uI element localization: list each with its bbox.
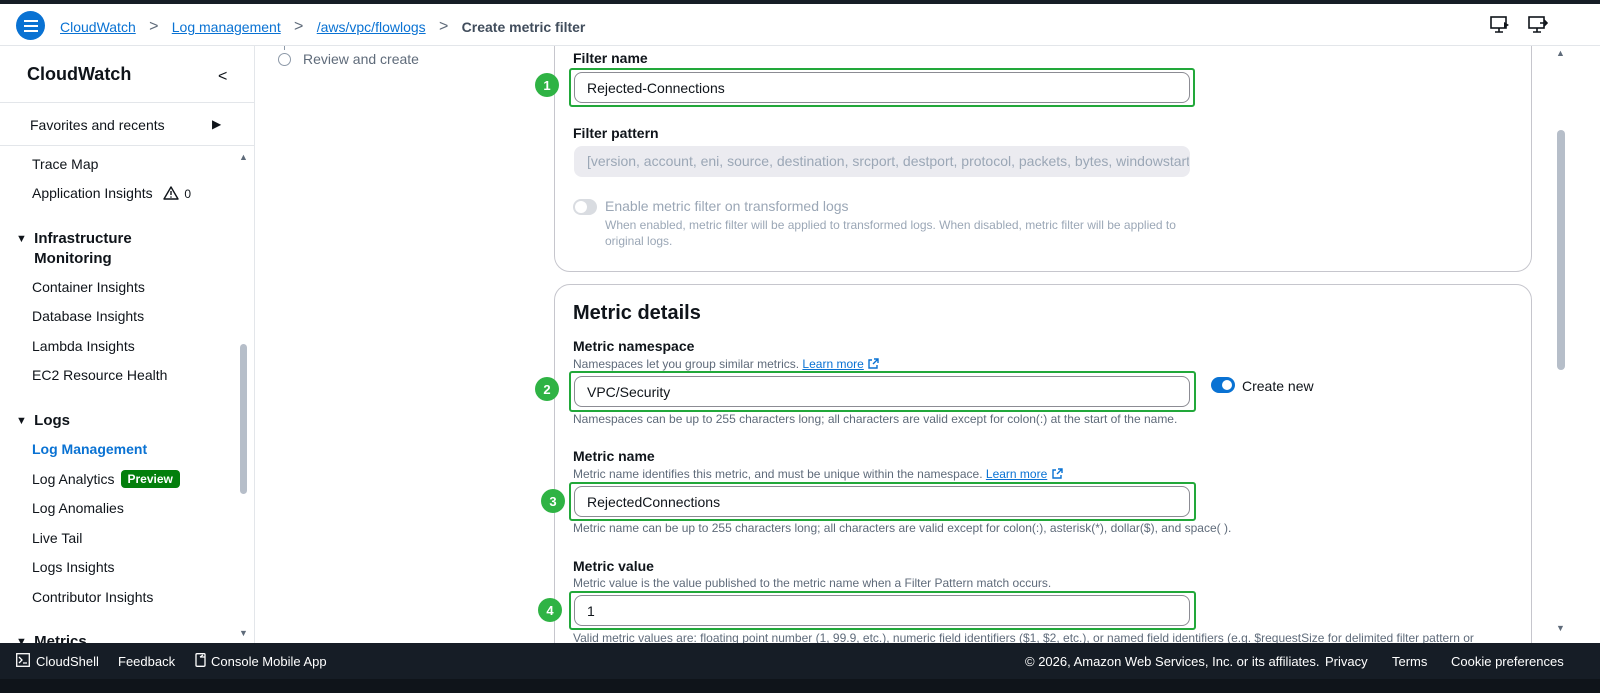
filter-pattern-label: Filter pattern [573,125,659,141]
warning-count: 0 [184,187,192,201]
metric-name-description: Metric name identifies this metric, and … [573,467,1063,481]
sidebar-item-log-anomalies[interactable]: Log Anomalies [32,500,124,516]
sidebar-item-live-tail[interactable]: Live Tail [32,530,82,546]
breadcrumb-log-group[interactable]: /aws/vpc/flowlogs [317,19,426,35]
create-new-toggle[interactable] [1211,377,1235,393]
learn-more-link[interactable]: Learn more [802,357,863,371]
scroll-up-icon[interactable]: ▲ [1556,48,1565,58]
metric-value-label: Metric value [573,558,654,574]
sidebar-divider [0,145,254,146]
privacy-link[interactable]: Privacy [1325,654,1368,669]
create-new-label: Create new [1242,378,1314,394]
metric-name-constraint-text: Metric name can be up to 255 characters … [573,521,1232,535]
annotation-3: 3 [541,489,565,513]
sidebar-item-application-insights[interactable]: Application Insights 0 [32,185,191,201]
footer: CloudShell Feedback Console Mobile App ©… [0,643,1600,679]
caret-down-icon: ▼ [16,233,27,245]
feedback-button[interactable]: Feedback [118,654,175,669]
namespace-constraint-text: Namespaces can be up to 255 characters l… [573,412,1178,426]
breadcrumb-separator: > [149,18,159,35]
sidebar-item-logs-insights[interactable]: Logs Insights [32,559,115,575]
sidebar: CloudWatch < Favorites and recents ▶ ▲ T… [0,46,255,655]
sidebar-item-contributor-insights[interactable]: Contributor Insights [32,589,153,605]
collapse-sidebar-icon[interactable]: < [218,68,227,86]
filter-name-label: Filter name [573,50,648,66]
metric-value-input[interactable] [574,595,1190,626]
step-circle-icon [278,52,291,66]
external-link-icon[interactable] [867,358,879,370]
metric-name-input[interactable] [574,486,1190,517]
sidebar-item-trace-map[interactable]: Trace Map [32,156,98,172]
transform-toggle-label: Enable metric filter on transformed logs [605,198,849,214]
sidebar-title: CloudWatch [27,64,132,84]
feedback-screen-icon[interactable] [1490,16,1512,36]
scroll-down-icon[interactable]: ▼ [239,628,248,638]
breadcrumb-current: Create metric filter [461,19,586,35]
learn-more-link[interactable]: Learn more [986,467,1047,481]
transform-toggle-description: When enabled, metric filter will be appl… [605,218,1176,248]
filter-name-input[interactable] [574,72,1190,103]
sidebar-item-database-insights[interactable]: Database Insights [32,308,144,324]
breadcrumb-cloudwatch[interactable]: CloudWatch [60,19,136,35]
wizard-step-review[interactable]: Review and create [278,51,419,67]
namespace-description-text: Namespaces let you group similar metrics… [573,357,800,371]
mobile-app-icon[interactable] [195,653,207,670]
sidebar-divider [0,102,254,103]
breadcrumb-separator: > [438,18,449,35]
step-label: Review and create [303,51,419,67]
metric-namespace-label: Metric namespace [573,338,695,354]
metric-name-label: Metric name [573,448,655,464]
sidebar-item-label: Application Insights [32,185,153,201]
metric-value-description: Metric value is the value published to t… [573,576,1052,590]
section-label: Infrastructure Monitoring [34,230,132,267]
mobile-app-link[interactable]: Console Mobile App [211,654,327,669]
breadcrumb-log-management[interactable]: Log management [172,19,281,35]
section-label: Logs [34,412,71,429]
cloudshell-icon[interactable] [16,653,30,670]
bottom-edge [0,679,1600,693]
breadcrumb: CloudWatch > Log management > /aws/vpc/f… [60,18,585,36]
sidebar-item-lambda-insights[interactable]: Lambda Insights [32,338,135,354]
sidebar-section-logs[interactable]: ▼ Logs [16,411,70,431]
menu-icon[interactable] [16,11,45,40]
terms-link[interactable]: Terms [1392,654,1427,669]
sidebar-item-ec2-resource-health[interactable]: EC2 Resource Health [32,367,167,383]
sidebar-item-log-management[interactable]: Log Management [32,441,147,457]
sidebar-item-container-insights[interactable]: Container Insights [32,279,145,295]
metric-namespace-input[interactable] [574,376,1190,407]
transform-toggle [573,199,597,215]
scroll-down-icon[interactable]: ▼ [1556,623,1565,633]
sidebar-scrollbar-thumb[interactable] [240,344,247,494]
filter-pattern-input: [version, account, eni, source, destinat… [574,146,1190,177]
cloudshell-button[interactable]: CloudShell [36,654,99,669]
breadcrumb-separator: > [294,18,304,35]
top-bar: CloudWatch > Log management > /aws/vpc/f… [0,4,1600,46]
metric-namespace-description: Namespaces let you group similar metrics… [573,357,879,371]
scroll-up-icon[interactable]: ▲ [239,152,248,162]
caret-right-icon[interactable]: ▶ [212,117,221,131]
sidebar-favorites[interactable]: Favorites and recents [30,117,165,133]
annotation-1: 1 [535,73,559,97]
main-content: Review and create Filter name 1 Filter p… [256,46,1600,655]
split-panel-icon[interactable] [1528,16,1550,36]
step-connector [284,46,285,50]
main-scrollbar-thumb[interactable] [1557,130,1565,370]
cookie-preferences-link[interactable]: Cookie preferences [1451,654,1564,669]
name-description-text: Metric name identifies this metric, and … [573,467,983,481]
sidebar-item-label: Log Analytics [32,471,115,487]
metric-details-title: Metric details [573,302,701,324]
annotation-2: 2 [535,377,559,401]
warning-icon [162,186,179,200]
sidebar-section-infrastructure[interactable]: ▼ Infrastructure Monitoring [16,229,154,269]
caret-down-icon: ▼ [16,415,27,427]
annotation-4: 4 [538,598,562,622]
preview-badge: Preview [120,470,180,488]
copyright-text: © 2026, Amazon Web Services, Inc. or its… [1025,654,1320,669]
external-link-icon[interactable] [1051,468,1063,480]
sidebar-item-log-analytics[interactable]: Log Analytics Preview [32,470,180,488]
